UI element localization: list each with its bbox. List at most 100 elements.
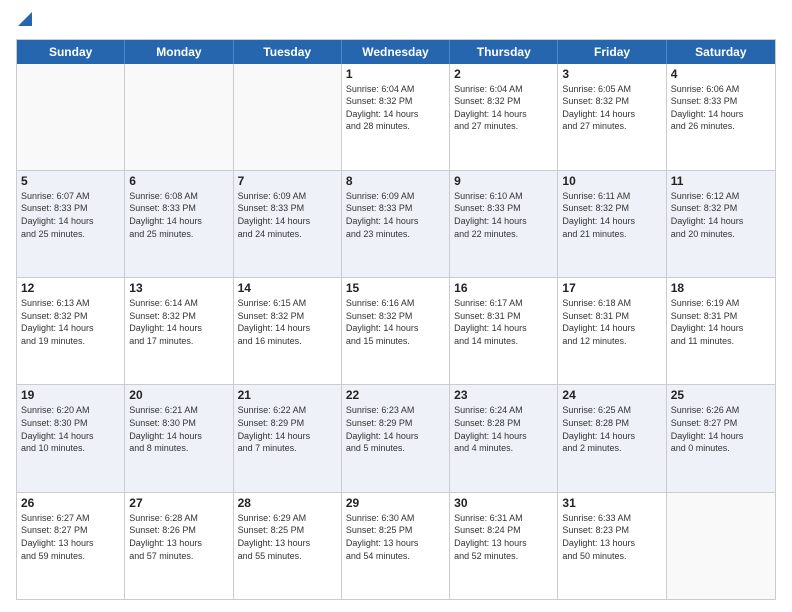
week-row: 5 Sunrise: 6:07 AM Sunset: 8:33 PM Daylig… xyxy=(17,170,775,277)
day-number: 23 xyxy=(454,388,553,402)
day-number: 31 xyxy=(562,496,661,510)
day-header-monday: Monday xyxy=(125,40,233,64)
day-number: 27 xyxy=(129,496,228,510)
day-info: Sunrise: 6:27 AM Sunset: 8:27 PM Dayligh… xyxy=(21,512,120,562)
day-cell: 7 Sunrise: 6:09 AM Sunset: 8:33 PM Daylig… xyxy=(234,171,342,277)
day-cell: 4 Sunrise: 6:06 AM Sunset: 8:33 PM Daylig… xyxy=(667,64,775,170)
day-number: 19 xyxy=(21,388,120,402)
day-number: 21 xyxy=(238,388,337,402)
day-cell: 31 Sunrise: 6:33 AM Sunset: 8:23 PM Dayli… xyxy=(558,493,666,599)
day-cell: 16 Sunrise: 6:17 AM Sunset: 8:31 PM Dayli… xyxy=(450,278,558,384)
day-number: 28 xyxy=(238,496,337,510)
day-number: 2 xyxy=(454,67,553,81)
day-cell: 24Sunrise: 6:25 AM Sunset: 8:28 PM Dayli… xyxy=(558,385,666,491)
day-cell: 28 Sunrise: 6:29 AM Sunset: 8:25 PM Dayli… xyxy=(234,493,342,599)
day-info: Sunrise: 6:30 AM Sunset: 8:25 PM Dayligh… xyxy=(346,512,445,562)
day-number: 4 xyxy=(671,67,771,81)
day-number: 3 xyxy=(562,67,661,81)
day-cell: 19 Sunrise: 6:20 AM Sunset: 8:30 PM Dayli… xyxy=(17,385,125,491)
day-cell: 12Sunrise: 6:13 AM Sunset: 8:32 PM Dayli… xyxy=(17,278,125,384)
day-cell: 6 Sunrise: 6:08 AM Sunset: 8:33 PM Daylig… xyxy=(125,171,233,277)
day-cell: 14 Sunrise: 6:15 AM Sunset: 8:32 PM Dayli… xyxy=(234,278,342,384)
week-row: 19 Sunrise: 6:20 AM Sunset: 8:30 PM Dayli… xyxy=(17,384,775,491)
day-cell: 1Sunrise: 6:04 AM Sunset: 8:32 PM Daylig… xyxy=(342,64,450,170)
day-cell: 30Sunrise: 6:31 AM Sunset: 8:24 PM Dayli… xyxy=(450,493,558,599)
header xyxy=(16,12,776,31)
day-cell: 25Sunrise: 6:26 AM Sunset: 8:27 PM Dayli… xyxy=(667,385,775,491)
day-cell: 17 Sunrise: 6:18 AM Sunset: 8:31 PM Dayli… xyxy=(558,278,666,384)
day-info: Sunrise: 6:07 AM Sunset: 8:33 PM Dayligh… xyxy=(21,190,120,240)
day-info: Sunrise: 6:14 AM Sunset: 8:32 PM Dayligh… xyxy=(129,297,228,347)
day-cell: 22Sunrise: 6:23 AM Sunset: 8:29 PM Dayli… xyxy=(342,385,450,491)
calendar: SundayMondayTuesdayWednesdayThursdayFrid… xyxy=(16,39,776,600)
day-info: Sunrise: 6:28 AM Sunset: 8:26 PM Dayligh… xyxy=(129,512,228,562)
day-cell: 9Sunrise: 6:10 AM Sunset: 8:33 PM Daylig… xyxy=(450,171,558,277)
day-number: 29 xyxy=(346,496,445,510)
day-cell xyxy=(125,64,233,170)
day-cell xyxy=(234,64,342,170)
day-header-sunday: Sunday xyxy=(17,40,125,64)
day-info: Sunrise: 6:26 AM Sunset: 8:27 PM Dayligh… xyxy=(671,404,771,454)
day-info: Sunrise: 6:05 AM Sunset: 8:32 PM Dayligh… xyxy=(562,83,661,133)
day-info: Sunrise: 6:08 AM Sunset: 8:33 PM Dayligh… xyxy=(129,190,228,240)
day-cell: 8Sunrise: 6:09 AM Sunset: 8:33 PM Daylig… xyxy=(342,171,450,277)
week-row: 12Sunrise: 6:13 AM Sunset: 8:32 PM Dayli… xyxy=(17,277,775,384)
day-header-wednesday: Wednesday xyxy=(342,40,450,64)
day-cell: 18Sunrise: 6:19 AM Sunset: 8:31 PM Dayli… xyxy=(667,278,775,384)
day-number: 13 xyxy=(129,281,228,295)
day-number: 30 xyxy=(454,496,553,510)
week-row: 1Sunrise: 6:04 AM Sunset: 8:32 PM Daylig… xyxy=(17,64,775,170)
day-cell: 3 Sunrise: 6:05 AM Sunset: 8:32 PM Daylig… xyxy=(558,64,666,170)
day-cell: 11 Sunrise: 6:12 AM Sunset: 8:32 PM Dayli… xyxy=(667,171,775,277)
day-info: Sunrise: 6:11 AM Sunset: 8:32 PM Dayligh… xyxy=(562,190,661,240)
day-header-thursday: Thursday xyxy=(450,40,558,64)
day-info: Sunrise: 6:20 AM Sunset: 8:30 PM Dayligh… xyxy=(21,404,120,454)
day-info: Sunrise: 6:33 AM Sunset: 8:23 PM Dayligh… xyxy=(562,512,661,562)
day-header-friday: Friday xyxy=(558,40,666,64)
day-cell: 20 Sunrise: 6:21 AM Sunset: 8:30 PM Dayli… xyxy=(125,385,233,491)
day-number: 6 xyxy=(129,174,228,188)
day-info: Sunrise: 6:17 AM Sunset: 8:31 PM Dayligh… xyxy=(454,297,553,347)
day-cell: 21 Sunrise: 6:22 AM Sunset: 8:29 PM Dayli… xyxy=(234,385,342,491)
day-number: 7 xyxy=(238,174,337,188)
day-info: Sunrise: 6:12 AM Sunset: 8:32 PM Dayligh… xyxy=(671,190,771,240)
day-header-tuesday: Tuesday xyxy=(234,40,342,64)
day-info: Sunrise: 6:19 AM Sunset: 8:31 PM Dayligh… xyxy=(671,297,771,347)
day-number: 11 xyxy=(671,174,771,188)
day-cell: 23 Sunrise: 6:24 AM Sunset: 8:28 PM Dayli… xyxy=(450,385,558,491)
day-info: Sunrise: 6:09 AM Sunset: 8:33 PM Dayligh… xyxy=(346,190,445,240)
day-info: Sunrise: 6:15 AM Sunset: 8:32 PM Dayligh… xyxy=(238,297,337,347)
day-cell: 29 Sunrise: 6:30 AM Sunset: 8:25 PM Dayli… xyxy=(342,493,450,599)
logo xyxy=(16,12,32,31)
day-number: 16 xyxy=(454,281,553,295)
day-info: Sunrise: 6:29 AM Sunset: 8:25 PM Dayligh… xyxy=(238,512,337,562)
day-cell: 10 Sunrise: 6:11 AM Sunset: 8:32 PM Dayli… xyxy=(558,171,666,277)
day-number: 9 xyxy=(454,174,553,188)
day-info: Sunrise: 6:13 AM Sunset: 8:32 PM Dayligh… xyxy=(21,297,120,347)
day-number: 10 xyxy=(562,174,661,188)
day-headers: SundayMondayTuesdayWednesdayThursdayFrid… xyxy=(17,40,775,64)
day-info: Sunrise: 6:06 AM Sunset: 8:33 PM Dayligh… xyxy=(671,83,771,133)
logo-triangle-icon xyxy=(18,12,32,26)
day-cell: 26Sunrise: 6:27 AM Sunset: 8:27 PM Dayli… xyxy=(17,493,125,599)
day-number: 24 xyxy=(562,388,661,402)
day-header-saturday: Saturday xyxy=(667,40,775,64)
day-info: Sunrise: 6:09 AM Sunset: 8:33 PM Dayligh… xyxy=(238,190,337,240)
day-cell: 15 Sunrise: 6:16 AM Sunset: 8:32 PM Dayli… xyxy=(342,278,450,384)
day-number: 5 xyxy=(21,174,120,188)
day-number: 17 xyxy=(562,281,661,295)
day-info: Sunrise: 6:04 AM Sunset: 8:32 PM Dayligh… xyxy=(346,83,445,133)
day-info: Sunrise: 6:21 AM Sunset: 8:30 PM Dayligh… xyxy=(129,404,228,454)
day-info: Sunrise: 6:18 AM Sunset: 8:31 PM Dayligh… xyxy=(562,297,661,347)
day-info: Sunrise: 6:24 AM Sunset: 8:28 PM Dayligh… xyxy=(454,404,553,454)
day-number: 20 xyxy=(129,388,228,402)
day-info: Sunrise: 6:22 AM Sunset: 8:29 PM Dayligh… xyxy=(238,404,337,454)
day-info: Sunrise: 6:16 AM Sunset: 8:32 PM Dayligh… xyxy=(346,297,445,347)
day-cell: 13 Sunrise: 6:14 AM Sunset: 8:32 PM Dayli… xyxy=(125,278,233,384)
weeks: 1Sunrise: 6:04 AM Sunset: 8:32 PM Daylig… xyxy=(17,64,775,599)
day-cell xyxy=(17,64,125,170)
day-number: 15 xyxy=(346,281,445,295)
day-number: 14 xyxy=(238,281,337,295)
day-number: 22 xyxy=(346,388,445,402)
day-info: Sunrise: 6:04 AM Sunset: 8:32 PM Dayligh… xyxy=(454,83,553,133)
